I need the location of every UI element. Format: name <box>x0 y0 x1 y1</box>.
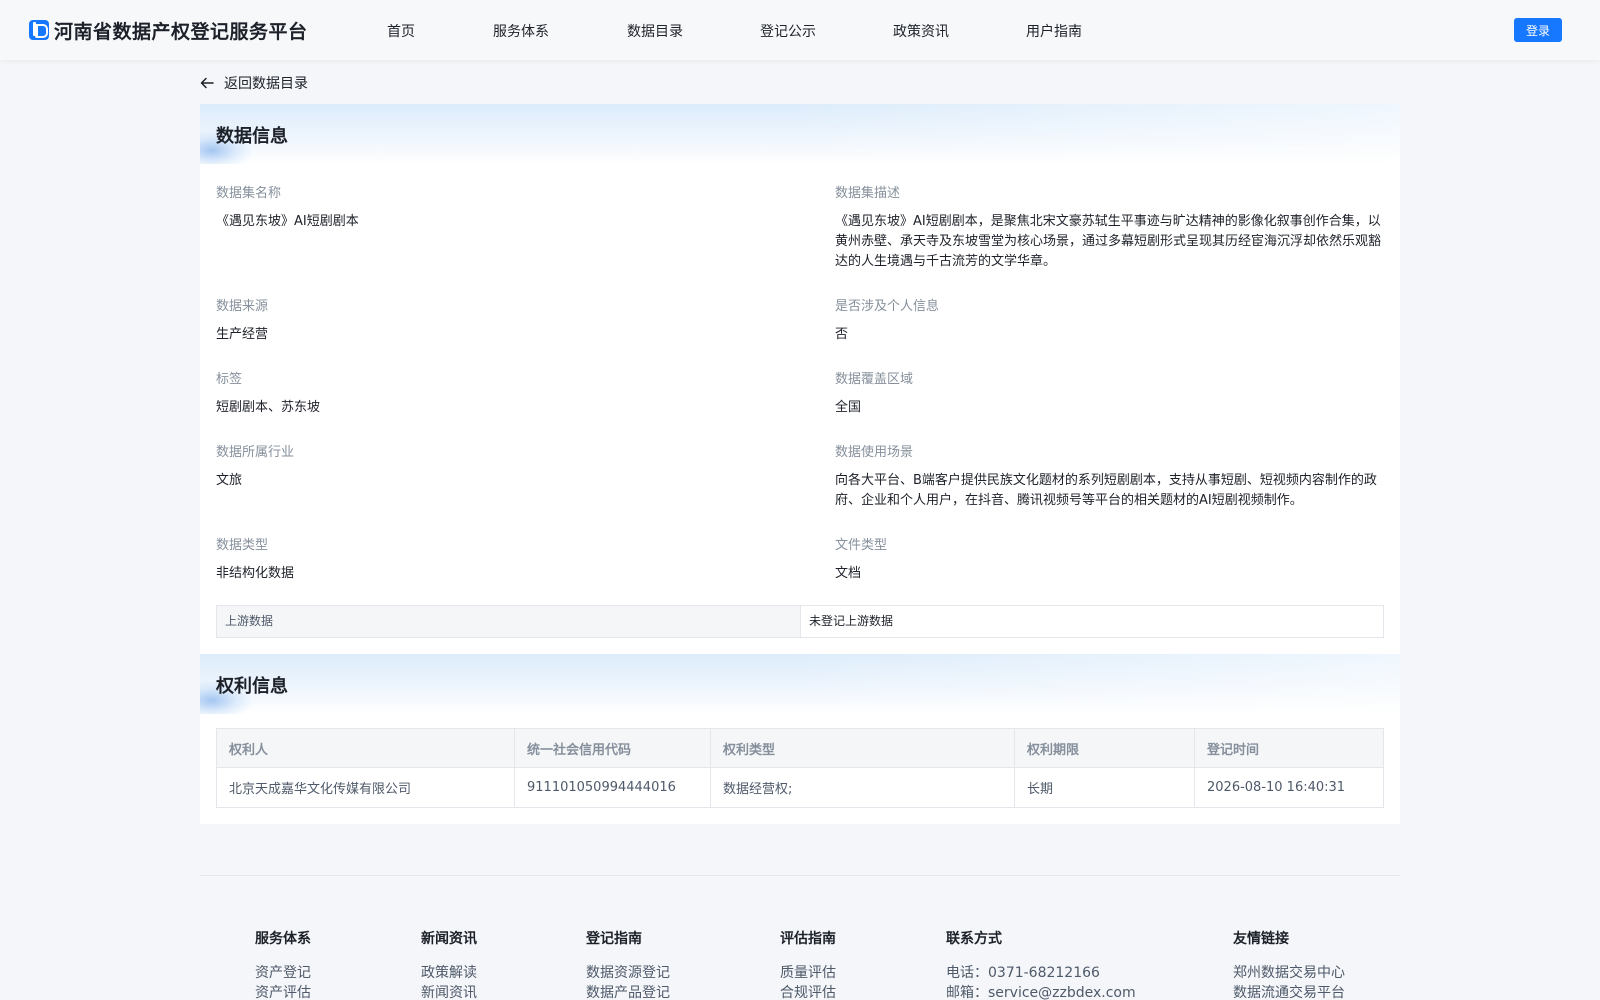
field-value: 《遇见东坡》AI短剧剧本，是聚焦北宋文豪苏轼生平事迹与旷达精神的影像化叙事创作合… <box>835 214 1382 269</box>
field-label: 是否涉及个人信息 <box>835 299 940 314</box>
rights-term-cell: 长期 <box>1014 767 1195 808</box>
field-data-source: 数据来源 生产经营 <box>216 295 268 345</box>
rights-holder-cell: 北京天成嘉华文化传媒有限公司 <box>216 767 515 808</box>
field-data-type: 数据类型 非结构化数据 <box>216 534 294 584</box>
field-value: 生产经营 <box>216 327 269 342</box>
header-shine <box>780 104 1400 164</box>
field-label: 数据来源 <box>216 299 269 314</box>
footer-link[interactable]: 质量评估 <box>780 963 836 983</box>
footer-column-registration-guide: 登记指南 数据资源登记 数据产品登记 <box>586 928 670 1000</box>
contact-phone: 电话：0371-68212166 <box>946 965 1100 981</box>
platform-title: 河南省数据产权登记服务平台 <box>54 20 308 43</box>
field-label: 文件类型 <box>835 538 888 553</box>
footer-link[interactable]: 政策解读 <box>421 963 477 983</box>
top-navbar: 河南省数据产权登记服务平台 首页 服务体系 数据目录 登记公示 政策资讯 用户指… <box>0 0 1600 60</box>
field-value: 短剧剧本、苏东坡 <box>216 400 321 415</box>
credit-code-cell: 911101050994444016 <box>514 767 711 808</box>
data-info-header: 数据信息 <box>200 104 1400 164</box>
nav-service-system[interactable]: 服务体系 <box>493 21 549 41</box>
field-value: 文档 <box>835 566 862 581</box>
footer-link[interactable]: 郑州数据交易中心 <box>1233 963 1345 983</box>
field-label: 数据集描述 <box>835 186 901 201</box>
column-header: 登记时间 <box>1194 728 1384 768</box>
nav-data-catalog[interactable]: 数据目录 <box>627 21 683 41</box>
arrow-left-icon <box>200 77 214 89</box>
footer-link[interactable]: 数据流通交易平台 <box>1233 983 1345 1000</box>
field-value: 文旅 <box>216 473 243 488</box>
detail-panel: 数据信息 数据集名称 《遇见东坡》AI短剧剧本 数据集描述 《遇见东坡》AI短剧… <box>200 104 1400 824</box>
rights-table: 权利人 统一社会信用代码 权利类型 权利期限 登记时间 北京天成嘉华文化传媒有限… <box>216 728 1384 808</box>
column-header: 权利人 <box>216 728 515 768</box>
footer-column-contact: 联系方式 电话：0371-68212166 邮箱：service@zzbdex.… <box>946 928 1136 1000</box>
rights-type-cell: 数据经营权; <box>710 767 1015 808</box>
column-header: 权利类型 <box>710 728 1015 768</box>
nav-policy-news[interactable]: 政策资讯 <box>893 21 949 41</box>
field-label: 标签 <box>216 372 243 387</box>
footer-column-assessment-guide: 评估指南 质量评估 合规评估 <box>780 928 836 1000</box>
footer-column-title: 服务体系 <box>255 931 311 947</box>
data-info-title: 数据信息 <box>216 126 288 147</box>
field-label: 数据使用场景 <box>835 445 914 460</box>
field-tags: 标签 短剧剧本、苏东坡 <box>216 368 320 418</box>
field-label: 数据所属行业 <box>216 445 295 460</box>
footer-link[interactable]: 数据产品登记 <box>586 983 670 1000</box>
field-dataset-description: 数据集描述 《遇见东坡》AI短剧剧本，是聚焦北宋文豪苏轼生平事迹与旷达精神的影像… <box>835 182 1385 272</box>
field-value: 否 <box>835 327 849 342</box>
upstream-data-label: 上游数据 <box>217 606 801 637</box>
footer-link[interactable]: 资产评估 <box>255 983 311 1000</box>
rights-info-header: 权利信息 <box>200 654 1400 714</box>
field-value: 向各大平台、B端客户提供民族文化题材的系列短剧剧本，支持从事短剧、短视频内容制作… <box>835 473 1377 508</box>
footer-divider <box>200 875 1400 876</box>
nav-home[interactable]: 首页 <box>387 21 415 41</box>
table-header-row: 权利人 统一社会信用代码 权利类型 权利期限 登记时间 <box>216 728 1384 768</box>
footer-column-title: 联系方式 <box>946 931 1002 947</box>
column-header: 权利期限 <box>1014 728 1195 768</box>
login-button[interactable]: 登录 <box>1514 18 1562 42</box>
column-header: 统一社会信用代码 <box>514 728 711 768</box>
field-industry: 数据所属行业 文旅 <box>216 441 294 491</box>
footer-link[interactable]: 合规评估 <box>780 983 836 1000</box>
contact-email[interactable]: 邮箱：service@zzbdex.com <box>946 983 1136 1000</box>
nav-user-guide[interactable]: 用户指南 <box>1026 21 1082 41</box>
registration-time-cell: 2026-08-10 16:40:31 <box>1194 767 1384 808</box>
field-label: 数据集名称 <box>216 186 282 201</box>
nav-registration-notice[interactable]: 登记公示 <box>760 21 816 41</box>
field-value: 非结构化数据 <box>216 566 295 581</box>
field-usage-scenario: 数据使用场景 向各大平台、B端客户提供民族文化题材的系列短剧剧本，支持从事短剧、… <box>835 441 1385 511</box>
back-link-label: 返回数据目录 <box>224 76 308 92</box>
field-dataset-name: 数据集名称 《遇见东坡》AI短剧剧本 <box>216 182 359 232</box>
footer-column-title: 登记指南 <box>586 931 642 947</box>
rights-info-title: 权利信息 <box>216 676 288 697</box>
footer-column-title: 新闻资讯 <box>421 931 477 947</box>
footer-link[interactable]: 资产登记 <box>255 963 311 983</box>
table-row: 北京天成嘉华文化传媒有限公司 911101050994444016 数据经营权;… <box>216 767 1384 808</box>
footer-column-service: 服务体系 资产登记 资产评估 <box>255 928 311 1000</box>
footer-column-title: 友情链接 <box>1233 931 1289 947</box>
field-value: 全国 <box>835 400 862 415</box>
footer-column-friendly-links: 友情链接 郑州数据交易中心 数据流通交易平台 <box>1233 928 1345 1000</box>
back-to-catalog-link[interactable]: 返回数据目录 <box>200 73 308 93</box>
upstream-data-value: 未登记上游数据 <box>809 614 894 628</box>
platform-logo-icon <box>29 20 49 40</box>
upstream-data-row: 上游数据 未登记上游数据 <box>216 605 1384 638</box>
footer-link[interactable]: 数据资源登记 <box>586 963 670 983</box>
field-value: 《遇见东坡》AI短剧剧本 <box>216 214 359 229</box>
field-label: 数据覆盖区域 <box>835 372 914 387</box>
field-personal-info: 是否涉及个人信息 否 <box>835 295 1385 345</box>
footer-column-news: 新闻资讯 政策解读 新闻资讯 <box>421 928 477 1000</box>
brand[interactable]: 河南省数据产权登记服务平台 <box>29 18 308 43</box>
field-file-type: 文件类型 文档 <box>835 534 1385 584</box>
footer-column-title: 评估指南 <box>780 931 836 947</box>
header-shine <box>780 654 1400 714</box>
footer-link[interactable]: 新闻资讯 <box>421 983 477 1000</box>
field-coverage-region: 数据覆盖区域 全国 <box>835 368 1385 418</box>
field-label: 数据类型 <box>216 538 269 553</box>
